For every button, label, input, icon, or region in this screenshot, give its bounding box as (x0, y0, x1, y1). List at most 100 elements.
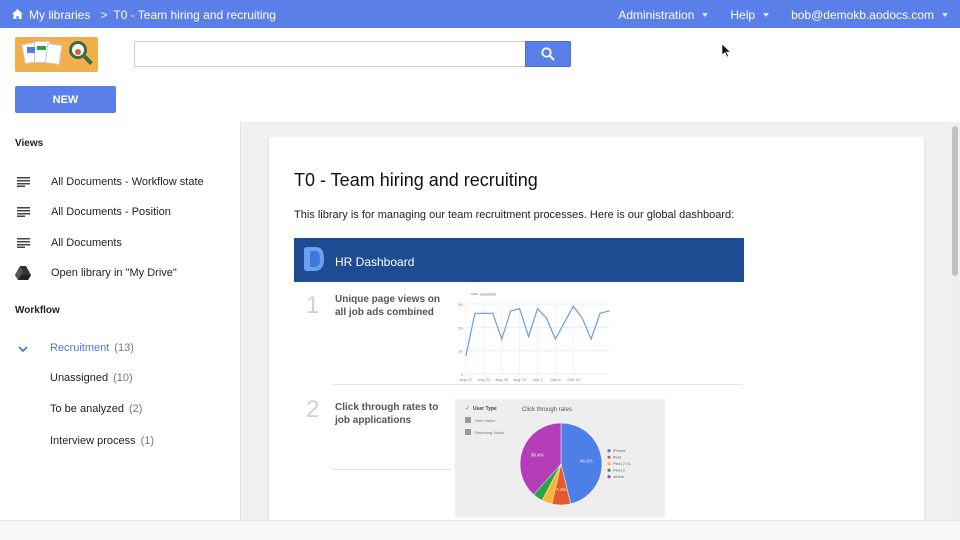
top-bar: My libraries > T0 - Team hiring and recr… (0, 0, 960, 28)
legend-label: others (613, 474, 624, 479)
legend-label: iPad (613, 455, 621, 460)
page-title: T0 - Team hiring and recruiting (294, 170, 538, 190)
sidebar-item-label: All Documents (51, 237, 122, 249)
breadcrumb-home[interactable]: My libraries (29, 8, 90, 22)
data-point (492, 312, 494, 314)
workflow-recruitment[interactable]: Recruitment (13) (50, 342, 134, 354)
x-tick-label: Aug 17 (460, 377, 473, 382)
scrollbar-thumb[interactable] (952, 126, 958, 276)
data-point (554, 338, 556, 340)
main-content: T0 - Team hiring and recruiting This lib… (241, 122, 960, 520)
sidebar-item-label: All Documents - Workflow state (51, 176, 204, 188)
library-logo[interactable] (15, 37, 98, 72)
y-tick-label: 3K (458, 302, 463, 307)
hr-dashboard: HR Dashboard 1 Unique page views on all … (294, 238, 744, 520)
chevron-down-icon[interactable] (18, 344, 28, 356)
new-button[interactable]: NEW (15, 86, 116, 113)
workflow-interview-process[interactable]: Interview process (1) (50, 435, 154, 447)
data-point (572, 305, 574, 307)
workflow-unassigned[interactable]: Unassigned (10) (50, 372, 133, 384)
list-icon (15, 175, 31, 189)
data-point (519, 308, 521, 310)
step-number: 1 (306, 292, 320, 319)
data-point (501, 338, 503, 340)
administration-label: Administration (618, 8, 695, 22)
user-menu[interactable]: bob@demokb.aodocs.com (791, 8, 948, 22)
dashboard-title: HR Dashboard (335, 255, 415, 269)
library-card: T0 - Team hiring and recruiting This lib… (269, 137, 924, 520)
data-point (599, 312, 601, 314)
sidebar-item-workflow-state[interactable]: All Documents - Workflow state (15, 172, 235, 192)
filter-label: Returning Visitor (475, 430, 505, 435)
x-tick-label: Aug 29 (513, 377, 526, 382)
legend-swatch (607, 455, 611, 459)
data-point (590, 338, 592, 340)
workflow-count: (1) (140, 435, 155, 447)
main-scrollbar[interactable] (950, 122, 960, 520)
search-button[interactable] (525, 41, 571, 67)
workflow-to-be-analyzed[interactable]: To be analyzed (2) (50, 403, 142, 415)
workflow-label: Unassigned (50, 372, 109, 384)
x-tick-label: Sep 10 (567, 377, 580, 382)
x-tick-label: Aug 25 (495, 377, 508, 382)
views-title: Views (15, 138, 44, 149)
legend-label: Sessions (480, 292, 496, 297)
slice-label: 46.2% (580, 458, 593, 463)
legend-swatch (607, 462, 611, 466)
data-studio-logo-icon (302, 247, 326, 278)
divider (332, 469, 452, 470)
sidebar-item-open-in-drive[interactable]: Open library in "My Drive" (15, 263, 235, 283)
legend-label: iPhone (613, 448, 626, 453)
filter-label: New Visitor (475, 418, 496, 423)
workflow-title: Workflow (15, 305, 60, 316)
help-menu[interactable]: Help (730, 8, 770, 22)
pie-title: Click through rates (522, 407, 572, 413)
pie-panel: User Type ✓ New Visitor Returning Visitor Cl… (455, 399, 665, 517)
click-through-pie-chart: User Type✓ New Visitor Returning Visitor Cl… (465, 406, 632, 506)
divider (332, 384, 742, 385)
search-icon (541, 47, 555, 61)
x-tick-label: Aug 21 (478, 377, 491, 382)
chevron-down-icon (763, 13, 770, 17)
filter-checkbox (465, 429, 471, 435)
list-icon (15, 205, 31, 219)
chevron-down-icon (942, 13, 948, 17)
workflow-label: Interview process (50, 435, 136, 447)
y-tick-label: 2K (458, 325, 463, 330)
data-point (527, 336, 530, 338)
breadcrumb-current[interactable]: T0 - Team hiring and recruiting (113, 8, 276, 22)
mouse-cursor-icon (721, 43, 732, 63)
user-email: bob@demokb.aodocs.com (791, 8, 934, 22)
drive-icon (15, 266, 31, 280)
workflow-count: (2) (129, 403, 143, 415)
x-tick-label: Sep 6 (550, 377, 561, 382)
sidebar-item-position[interactable]: All Documents - Position (15, 202, 235, 222)
sidebar-item-all-documents[interactable]: All Documents (15, 233, 235, 253)
workflow-label: To be analyzed (50, 403, 124, 415)
step-number: 2 (306, 396, 320, 423)
breadcrumb-separator: > (100, 8, 108, 22)
sidebar-item-label: All Documents - Position (51, 206, 171, 218)
administration-menu[interactable]: Administration (618, 8, 709, 22)
step-label: Click through rates to job applications (335, 402, 439, 426)
filter-title: User Type (473, 406, 497, 412)
search-input[interactable] (134, 41, 525, 67)
data-point (474, 312, 476, 314)
step-label: Unique page views on all job ads combine… (335, 294, 441, 318)
data-point (545, 317, 548, 319)
dashboard-header: HR Dashboard (294, 238, 744, 282)
sessions-line-chart: 01K2K3KAug 17 Aug 21 Aug 25 Aug 29 Sep 2 Sep … (458, 292, 610, 382)
data-point (563, 322, 565, 324)
legend-swatch (607, 468, 611, 472)
workflow-count: (13) (114, 342, 134, 354)
chevron-down-icon (702, 13, 709, 17)
data-point (608, 310, 610, 312)
x-tick-label: Sep 2 (532, 377, 543, 382)
check-icon: ✓ (465, 406, 470, 412)
legend-swatch (607, 449, 611, 453)
data-point (581, 317, 583, 319)
home-icon[interactable] (12, 8, 23, 22)
legend-label: Pixel 2 (613, 468, 626, 473)
data-point (510, 310, 512, 312)
legend-label: Pixel 2 XL (613, 461, 632, 466)
